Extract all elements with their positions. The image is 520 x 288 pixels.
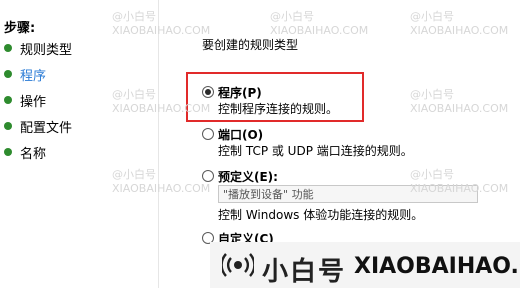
step-label: 规则类型 — [20, 42, 73, 58]
step-label: 配置文件 — [20, 120, 73, 136]
step-bullet-icon — [4, 122, 12, 130]
step-label: 程序 — [20, 68, 47, 84]
highlight-box — [186, 72, 364, 122]
step-bullet-icon — [4, 148, 12, 156]
watermark-brand-en: XIAOBAIHAO.COM — [354, 254, 520, 279]
radio-port[interactable] — [202, 128, 214, 140]
option-port-desc: 控制 TCP 或 UDP 端口连接的规则。 — [218, 144, 413, 158]
step-name[interactable]: 名称 — [4, 141, 46, 163]
watermark-brand-cn: 小白号 — [262, 257, 347, 287]
option-predefined-desc: 控制 Windows 体验功能连接的规则。 — [218, 208, 424, 222]
step-bullet-icon — [4, 44, 12, 52]
steps-title: 步骤: — [4, 21, 36, 36]
step-action[interactable]: 操作 — [4, 89, 46, 111]
watermark-signal-icon — [222, 253, 254, 277]
predefined-select[interactable]: "播放到设备" 功能 — [218, 185, 478, 203]
step-bullet-icon — [4, 96, 12, 104]
step-label: 操作 — [20, 94, 47, 110]
step-bullet-icon — [4, 70, 12, 78]
option-predefined-label: 预定义(E): — [218, 170, 278, 184]
option-port-label: 端口(O) — [218, 128, 264, 142]
steps-pane: 步骤: 规则类型 程序 操作 配置文件 名称 — [0, 0, 159, 288]
step-program[interactable]: 程序 — [4, 63, 46, 85]
predefined-select-value: "播放到设备" 功能 — [223, 188, 314, 201]
step-label: 名称 — [20, 146, 47, 162]
watermark-bar: 小白号 XIAOBAIHAO.COM — [210, 242, 520, 288]
rule-type-prompt: 要创建的规则类型 — [202, 38, 299, 52]
radio-predefined[interactable] — [202, 170, 214, 182]
step-rule-type[interactable]: 规则类型 — [4, 37, 72, 59]
step-profile[interactable]: 配置文件 — [4, 115, 72, 137]
